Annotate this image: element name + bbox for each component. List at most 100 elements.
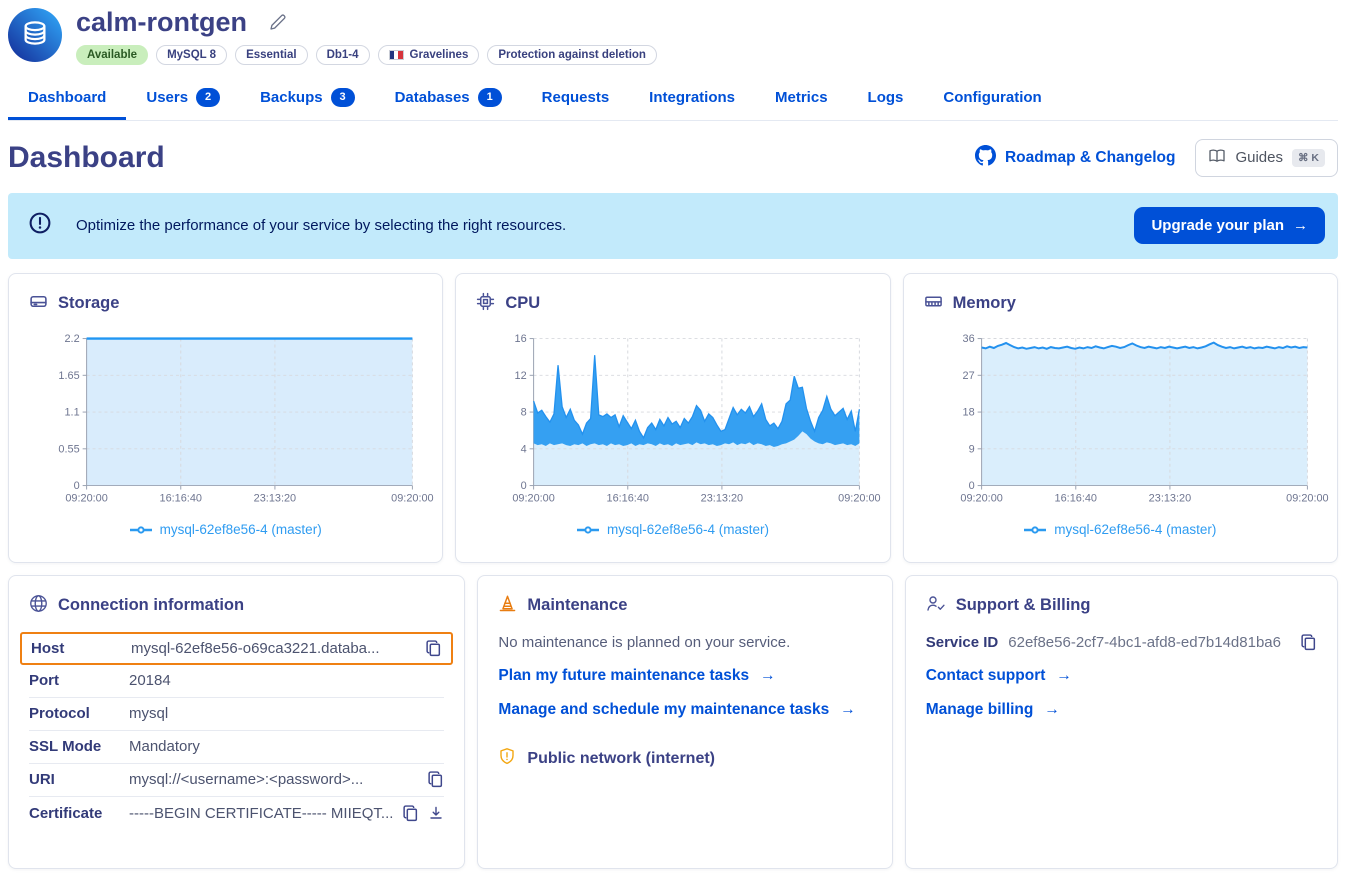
svg-text:09:20:00: 09:20:00: [960, 492, 1002, 504]
tab-configuration[interactable]: Configuration: [923, 77, 1061, 120]
tab-integrations[interactable]: Integrations: [629, 77, 755, 120]
tab-metrics[interactable]: Metrics: [755, 77, 848, 120]
svg-text:16:16:40: 16:16:40: [1054, 492, 1096, 504]
users-count-badge: 2: [196, 88, 220, 107]
svg-text:16:16:40: 16:16:40: [160, 492, 202, 504]
legend-marker-icon: [1024, 522, 1046, 537]
tab-databases[interactable]: Databases1: [375, 77, 522, 120]
card-title: Memory: [953, 294, 1016, 313]
svg-text:9: 9: [968, 443, 974, 455]
svg-text:1.65: 1.65: [58, 369, 79, 381]
storage-chart[interactable]: 00.551.11.652.209:20:0016:16:4023:13:200…: [29, 330, 422, 512]
databases-count-badge: 1: [478, 88, 502, 107]
upgrade-banner: Optimize the performance of your service…: [8, 193, 1338, 259]
service-name: calm-rontgen: [76, 8, 247, 38]
tab-logs[interactable]: Logs: [848, 77, 924, 120]
svg-text:16: 16: [515, 333, 527, 345]
copy-icon[interactable]: [402, 805, 419, 822]
tab-backups[interactable]: Backups3: [240, 77, 375, 120]
service-header: calm-rontgen Available MySQL 8 Essential…: [8, 8, 1338, 65]
svg-text:36: 36: [962, 333, 974, 345]
support-billing-card: Support & Billing Service ID 62ef8e56-2c…: [905, 575, 1338, 869]
copy-icon[interactable]: [425, 640, 442, 657]
plan-maintenance-link[interactable]: Plan my future maintenance tasks →: [498, 667, 871, 685]
edit-name-icon[interactable]: [268, 13, 287, 32]
connection-information-card: Connection information Host mysql-62ef8e…: [8, 575, 465, 869]
arrow-right-icon: →: [1044, 701, 1060, 719]
memory-ram-icon: [924, 292, 943, 316]
upgrade-plan-button[interactable]: Upgrade your plan →: [1134, 207, 1325, 244]
plan-badge: Essential: [235, 45, 308, 65]
hard-drive-icon: [29, 292, 48, 316]
shield-warning-icon: [498, 747, 516, 771]
roadmap-changelog-link[interactable]: Roadmap & Changelog: [975, 145, 1176, 171]
tab-users[interactable]: Users2: [126, 77, 240, 120]
chart-legend[interactable]: mysql-62ef8e56-4 (master): [476, 522, 869, 537]
keyboard-shortcut-badge: ⌘ K: [1292, 149, 1325, 167]
network-label: Public network (internet): [527, 750, 715, 768]
arrow-right-icon: →: [840, 701, 856, 719]
network-status: Public network (internet): [498, 747, 871, 771]
card-title: CPU: [505, 294, 540, 313]
copy-icon[interactable]: [427, 771, 444, 788]
contact-support-link[interactable]: Contact support →: [926, 667, 1317, 685]
svg-text:0: 0: [968, 480, 974, 492]
legend-marker-icon: [130, 522, 152, 537]
maintenance-card: Maintenance No maintenance is planned on…: [477, 575, 892, 869]
copy-icon[interactable]: [1300, 634, 1317, 651]
banner-message: Optimize the performance of your service…: [76, 217, 1110, 234]
arrow-right-icon: →: [760, 667, 776, 685]
tab-dashboard[interactable]: Dashboard: [8, 77, 126, 120]
svg-text:1.1: 1.1: [64, 406, 79, 418]
service-id-value: 62ef8e56-2cf7-4bc1-afd8-ed7b14d81ba6: [1008, 634, 1281, 651]
svg-text:0.55: 0.55: [58, 443, 79, 455]
page: calm-rontgen Available MySQL 8 Essential…: [0, 0, 1346, 869]
manage-maintenance-link[interactable]: Manage and schedule my maintenance tasks…: [498, 701, 871, 719]
svg-text:18: 18: [962, 406, 974, 418]
deletion-protection-badge: Protection against deletion: [487, 45, 657, 65]
memory-card: Memory 0918273609:20:0016:16:4023:13:200…: [903, 273, 1338, 563]
region-badge: Gravelines: [378, 45, 480, 65]
svg-text:0: 0: [74, 480, 80, 492]
svg-text:8: 8: [521, 406, 527, 418]
memory-chart[interactable]: 0918273609:20:0016:16:4023:13:2009:20:00: [924, 330, 1317, 512]
tab-requests[interactable]: Requests: [522, 77, 630, 120]
svg-text:09:20:00: 09:20:00: [513, 492, 555, 504]
user-check-icon: [926, 594, 946, 618]
svg-text:16:16:40: 16:16:40: [607, 492, 649, 504]
storage-card: Storage 00.551.11.652.209:20:0016:16:402…: [8, 273, 443, 563]
legend-marker-icon: [577, 522, 599, 537]
chart-legend[interactable]: mysql-62ef8e56-4 (master): [924, 522, 1317, 537]
guides-button[interactable]: Guides ⌘ K: [1195, 139, 1338, 177]
cpu-chip-icon: [476, 292, 495, 316]
database-icon: [20, 18, 50, 53]
arrow-right-icon: →: [1293, 217, 1308, 234]
status-badge: Available: [76, 45, 148, 65]
download-icon[interactable]: [428, 805, 444, 821]
svg-text:09:20:00: 09:20:00: [1286, 492, 1328, 504]
chart-legend[interactable]: mysql-62ef8e56-4 (master): [29, 522, 422, 537]
card-title: Maintenance: [527, 596, 627, 615]
card-title: Connection information: [58, 596, 244, 615]
globe-icon: [29, 594, 48, 618]
connection-row-ssl-mode: SSL Mode Mandatory: [29, 731, 444, 764]
backups-count-badge: 3: [331, 88, 355, 107]
traffic-cone-icon: [498, 594, 517, 618]
cpu-card: CPU 048121609:20:0016:16:4023:13:2009:20…: [455, 273, 890, 563]
page-title: Dashboard: [8, 141, 165, 175]
connection-row-uri: URI mysql://<username>:<password>...: [29, 764, 444, 797]
manage-billing-link[interactable]: Manage billing →: [926, 701, 1317, 719]
svg-text:23:13:20: 23:13:20: [254, 492, 296, 504]
flavor-badge: Db1-4: [316, 45, 370, 65]
svg-text:09:20:00: 09:20:00: [838, 492, 880, 504]
maintenance-message: No maintenance is planned on your servic…: [498, 634, 871, 651]
book-icon: [1208, 148, 1226, 168]
info-row: Connection information Host mysql-62ef8e…: [8, 575, 1338, 869]
info-circle-icon: [28, 211, 52, 240]
connection-row-port: Port 20184: [29, 665, 444, 698]
connection-row-certificate: Certificate -----BEGIN CERTIFICATE----- …: [29, 797, 444, 830]
cpu-chart[interactable]: 048121609:20:0016:16:4023:13:2009:20:00: [476, 330, 869, 512]
svg-text:4: 4: [521, 443, 527, 455]
service-avatar: [8, 8, 62, 62]
connection-row-protocol: Protocol mysql: [29, 698, 444, 731]
